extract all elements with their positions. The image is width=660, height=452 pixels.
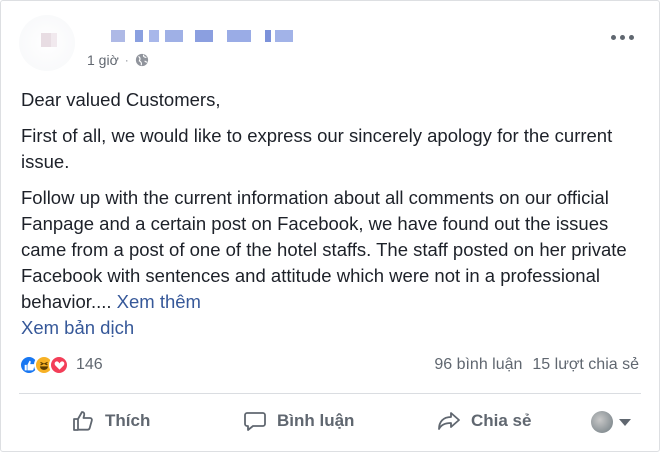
post-stats: 146 96 bình luận 15 lượt chia sẻ <box>19 351 639 381</box>
comment-icon <box>244 412 266 431</box>
chevron-down-icon <box>619 418 631 426</box>
post-paragraph: First of all, we would like to express o… <box>21 125 613 172</box>
thumbs-up-icon <box>73 411 93 431</box>
share-button[interactable]: Chia sẻ <box>437 409 531 433</box>
post-card: 1 giờ · Dear valued Customers, First of … <box>0 0 660 452</box>
like-label: Thích <box>105 411 151 430</box>
action-bar: Thích Bình luận Chia sẻ <box>19 401 641 445</box>
meta-separator: · <box>124 53 129 67</box>
divider <box>19 393 641 394</box>
like-button[interactable]: Thích <box>71 409 150 433</box>
author-name-blurred[interactable] <box>111 30 293 44</box>
globe-icon[interactable] <box>135 53 149 67</box>
share-count-link[interactable]: 15 lượt chia sẻ <box>532 356 639 374</box>
post-paragraph: Dear valued Customers, <box>21 89 221 110</box>
comment-count-link[interactable]: 96 bình luận <box>434 356 522 374</box>
engagement-stats: 96 bình luận 15 lượt chia sẻ <box>434 356 639 374</box>
post-meta: 1 giờ · <box>87 52 149 68</box>
reactions-summary[interactable]: 146 <box>19 355 103 375</box>
more-options-icon[interactable] <box>611 27 639 40</box>
post-as-selector[interactable] <box>591 411 631 433</box>
share-icon <box>438 412 460 430</box>
post-header: 1 giờ · <box>19 15 645 75</box>
comment-button[interactable]: Bình luận <box>243 409 354 433</box>
timestamp[interactable]: 1 giờ <box>87 52 119 68</box>
share-label: Chia sẻ <box>471 411 532 430</box>
post-body: Dear valued Customers, First of all, we … <box>21 87 646 341</box>
reaction-count: 146 <box>76 356 103 373</box>
see-translation-link[interactable]: Xem bản dịch <box>21 315 646 341</box>
see-more-link[interactable]: Xem thêm <box>117 291 201 312</box>
viewer-avatar <box>591 411 613 433</box>
love-reaction-icon <box>49 355 69 375</box>
comment-label: Bình luận <box>277 411 355 430</box>
avatar[interactable] <box>19 15 75 71</box>
post-paragraph-text: Follow up with the current information a… <box>21 187 627 312</box>
post-paragraph: Follow up with the current information a… <box>21 185 646 315</box>
